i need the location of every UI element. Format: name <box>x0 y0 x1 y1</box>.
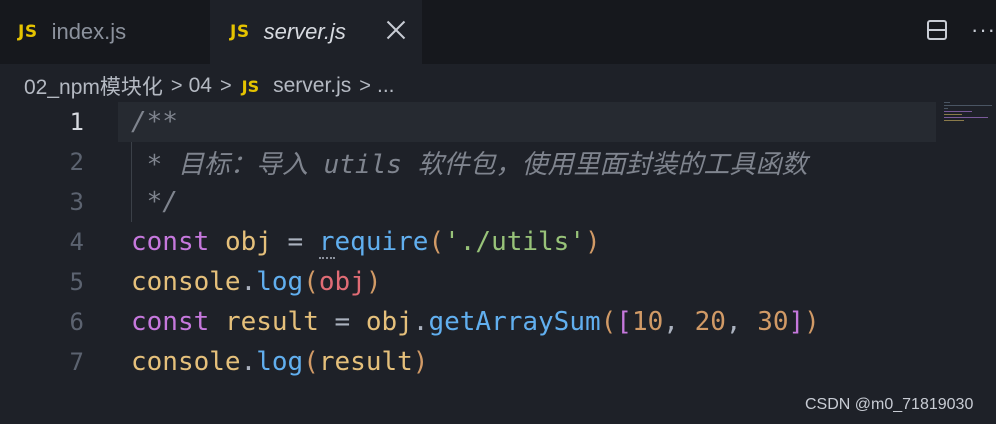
line-number: 2 <box>69 148 84 176</box>
code-text: console.log(obj) <box>131 267 381 297</box>
hint-marker: r <box>318 227 335 259</box>
minimap[interactable] <box>938 102 996 424</box>
watermark: CSDN @m0_71819030 <box>805 396 974 413</box>
tab-label: server.js <box>263 19 346 44</box>
tab-index-js[interactable]: JS index.js <box>18 0 208 64</box>
js-file-icon: JS <box>241 76 260 96</box>
paren: ( <box>428 227 445 257</box>
keyword: const <box>131 307 210 337</box>
line-number: 7 <box>69 348 84 376</box>
split-editor-icon[interactable] <box>927 20 947 40</box>
chevron-right-icon: > <box>170 74 183 97</box>
breadcrumb: 02_npm模块化 > 04 > JS server.js > ... <box>24 72 395 100</box>
breadcrumb-more[interactable]: ... <box>377 74 395 98</box>
line-number: 5 <box>69 268 84 296</box>
paren: ( <box>303 267 319 297</box>
paren: ) <box>585 227 601 257</box>
function-name: getArraySum <box>428 307 601 337</box>
tab-server-js[interactable]: JS server.js <box>210 0 422 64</box>
string: './utils' <box>444 227 585 257</box>
paren: ) <box>412 347 429 377</box>
number: 10 <box>631 307 664 337</box>
minimap-line <box>944 114 962 115</box>
number: 20 <box>694 307 726 337</box>
argument: obj <box>318 267 366 297</box>
paren: ) <box>804 307 820 337</box>
code-text: /** <box>131 107 178 137</box>
line-number: 4 <box>69 228 84 256</box>
minimap-line <box>944 105 992 106</box>
close-icon[interactable] <box>386 20 406 40</box>
function-name: log <box>256 267 304 297</box>
code-line[interactable]: 1 /** <box>0 102 936 142</box>
variable: result <box>224 307 319 337</box>
keyword: const <box>131 227 210 257</box>
js-file-icon: JS <box>18 22 38 42</box>
breadcrumb-folder[interactable]: 02_npm模块化 <box>24 71 163 101</box>
minimap-line <box>944 102 950 103</box>
code-text: const result = obj.getArraySum([10, 20, … <box>131 307 820 337</box>
dot: . <box>240 347 257 377</box>
code-line[interactable]: 7 console.log(result) <box>0 342 936 382</box>
object: console <box>131 267 241 297</box>
minimap-line <box>944 108 948 109</box>
bracket: [ <box>616 307 632 337</box>
paren: ) <box>365 267 382 297</box>
variable: obj <box>224 227 272 257</box>
dot: . <box>240 267 257 297</box>
argument: result <box>318 347 413 377</box>
comma: , <box>663 307 695 337</box>
code-text: console.log(result) <box>131 347 428 377</box>
line-number: 3 <box>69 188 84 216</box>
operator: = <box>271 227 319 257</box>
line-number: 1 <box>69 108 84 136</box>
chevron-right-icon: > <box>219 74 232 97</box>
more-actions-icon[interactable]: ··· <box>971 19 996 41</box>
code-text: */ <box>131 187 178 217</box>
code-line[interactable]: 4 const obj = require('./utils') <box>0 222 936 262</box>
minimap-line <box>944 111 972 112</box>
breadcrumb-folder[interactable]: 04 <box>189 74 212 98</box>
code-line[interactable]: 3 */ <box>0 182 936 222</box>
minimap-line <box>944 117 988 118</box>
code-line[interactable]: 2 * 目标：导入 utils 软件包，使用里面封装的工具函数 <box>0 142 936 182</box>
object: obj <box>365 307 413 337</box>
function-name: log <box>256 347 304 377</box>
object: console <box>131 347 241 377</box>
chevron-right-icon: > <box>359 74 371 97</box>
operator: = <box>318 307 366 337</box>
code-text: const obj = require('./utils') <box>131 227 601 259</box>
breadcrumb-file[interactable]: server.js <box>273 74 351 98</box>
js-file-icon: JS <box>230 22 250 42</box>
dot: . <box>412 307 429 337</box>
comma: , <box>725 307 758 337</box>
tab-bar: JS index.js JS server.js ··· <box>0 0 996 64</box>
bracket: ] <box>788 307 805 337</box>
code-line[interactable]: 6 const result = obj.getArraySum([10, 20… <box>0 302 936 342</box>
code-editor[interactable]: 1 /** 2 * 目标：导入 utils 软件包，使用里面封装的工具函数 3 … <box>0 102 996 424</box>
code-line[interactable]: 5 console.log(obj) <box>0 262 936 302</box>
number: 30 <box>757 307 789 337</box>
code-text: * 目标：导入 utils 软件包，使用里面封装的工具函数 <box>131 149 808 180</box>
tab-label: index.js <box>51 19 127 44</box>
minimap-line <box>944 120 964 121</box>
function-name-rest: equire <box>334 227 429 257</box>
paren: ( <box>600 307 617 337</box>
line-number: 6 <box>69 308 84 336</box>
paren: ( <box>303 347 319 377</box>
function-name: require <box>318 227 429 259</box>
